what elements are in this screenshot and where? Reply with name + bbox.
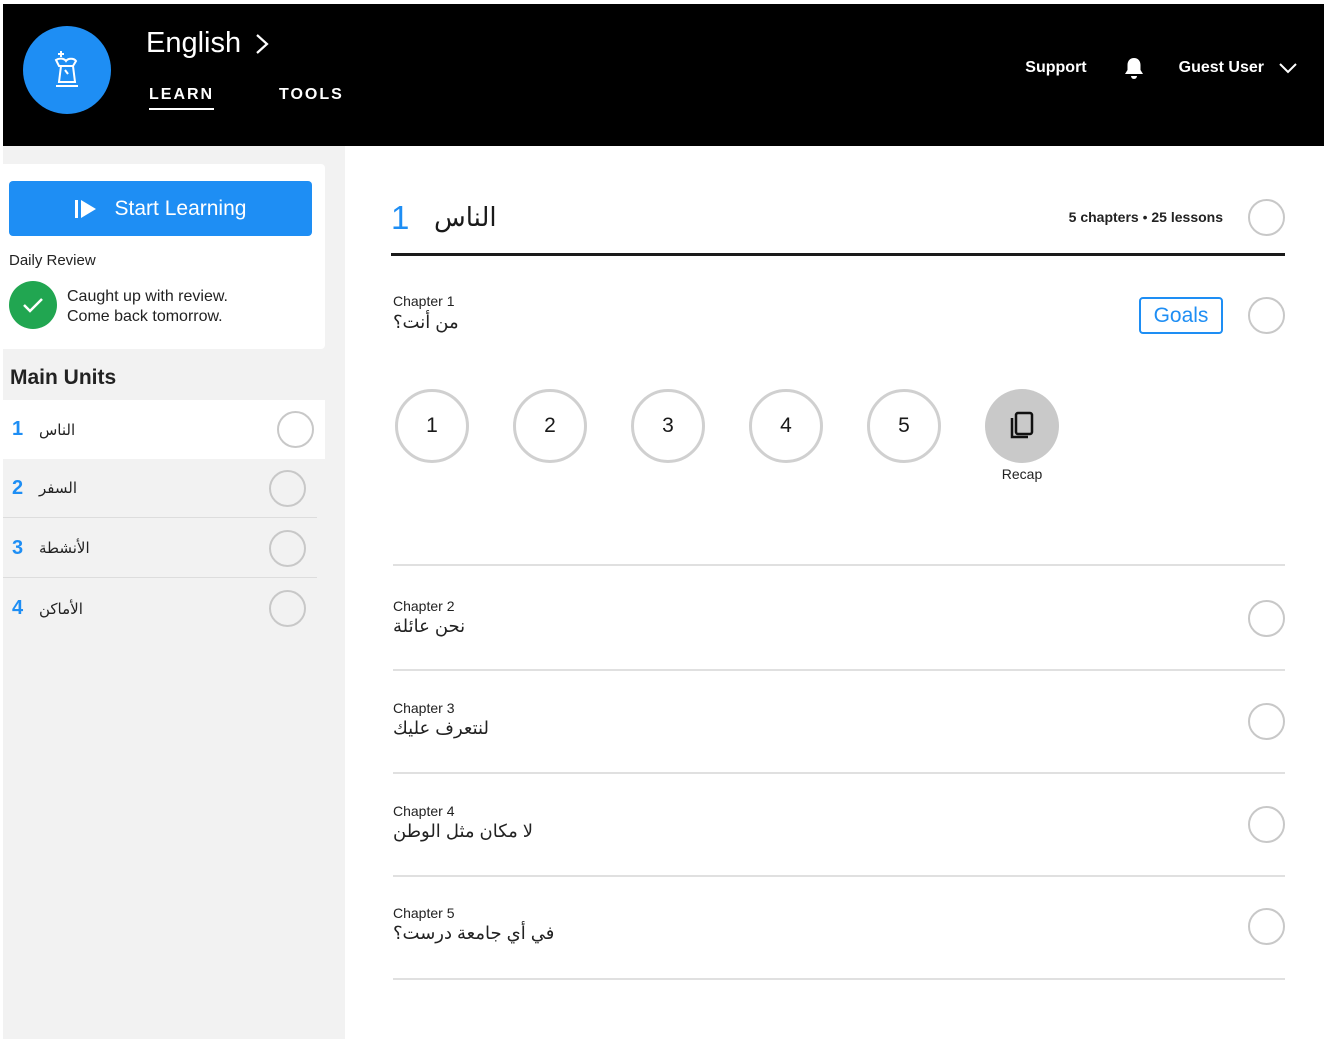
chapter-progress-ring [1248, 297, 1285, 334]
checkmark-icon [23, 298, 43, 313]
play-icon [74, 199, 96, 218]
meta-separator: • [1138, 209, 1152, 225]
chapter-4[interactable]: Chapter 4 لا مكان مثل الوطن [393, 801, 1285, 877]
unit-header: 1 الناس 5 chapters • 25 lessons [391, 195, 1285, 256]
recap-label: Recap [1001, 466, 1043, 482]
chapter-progress-ring [1248, 600, 1285, 637]
lesson-button-1[interactable]: 1 [395, 389, 469, 463]
chapter-label: Chapter 3 [393, 700, 455, 716]
unit-name: الأنشطة [39, 540, 90, 557]
lesson-count: 25 lessons [1151, 209, 1223, 225]
sidebar-unit-2[interactable]: 2 السفر [3, 459, 317, 518]
unit-number: 4 [12, 597, 24, 619]
review-status-line1: Caught up with review. [67, 288, 228, 305]
chapter-title: لنتعرف عليك [393, 718, 489, 738]
chapter-3[interactable]: Chapter 3 لنتعرف عليك [393, 698, 1285, 774]
chapter-label: Chapter 2 [393, 598, 455, 614]
user-menu[interactable]: Guest User [1179, 59, 1298, 77]
progress-ring [269, 590, 306, 627]
chapter-label: Chapter 1 [393, 293, 455, 309]
chevron-right-icon [256, 33, 269, 54]
unit-meta: 5 chapters • 25 lessons [1069, 209, 1223, 225]
sidebar-unit-4[interactable]: 4 الأماكن [3, 579, 317, 638]
tab-tools[interactable]: TOOLS [279, 86, 344, 104]
chapter-2[interactable]: Chapter 2 نحن عائلة [393, 596, 1285, 671]
unit-number: 3 [12, 536, 24, 559]
app-logo[interactable] [23, 26, 111, 114]
review-complete-badge [9, 281, 57, 329]
sidebar-unit-1[interactable]: 1 الناس [3, 400, 325, 459]
chapter-progress-ring [1248, 806, 1285, 843]
chapter-progress-ring [1248, 908, 1285, 945]
chapter-5[interactable]: Chapter 5 في أي جامعة درست؟ [393, 903, 1285, 980]
lesson-button-5[interactable]: 5 [867, 389, 941, 463]
unit-number: 1 [391, 199, 410, 236]
chapter-title: لا مكان مثل الوطن [393, 821, 534, 841]
chapter-title: في أي جامعة درست؟ [393, 923, 555, 943]
review-status-text: Caught up with review. Come back tomorro… [67, 287, 228, 327]
progress-ring [269, 469, 306, 507]
bell-icon[interactable] [1123, 56, 1145, 80]
chapter-label: Chapter 5 [393, 905, 455, 921]
sidebar: Start Learning Daily Review Caught up wi… [3, 146, 345, 1039]
unit-name: الناس [39, 421, 76, 439]
chapter-title: من أنت؟ [393, 312, 459, 332]
user-name: Guest User [1178, 59, 1264, 76]
lesson-list: 1 2 3 4 5 Recap [395, 389, 1059, 482]
chapter-title: نحن عائلة [393, 616, 466, 636]
unit-title: الناس [434, 202, 497, 232]
copy-cards-icon [1010, 411, 1034, 439]
review-card: Start Learning Daily Review Caught up wi… [3, 164, 325, 349]
unit-progress-ring [1248, 199, 1285, 236]
sidebar-unit-3[interactable]: 3 الأنشطة [3, 519, 317, 578]
recap-button[interactable] [985, 389, 1059, 463]
start-learning-button[interactable]: Start Learning [9, 181, 312, 236]
review-status-line2: Come back tomorrow. [67, 308, 223, 325]
lesson-button-2[interactable]: 2 [513, 389, 587, 463]
chapter-label: Chapter 4 [393, 803, 455, 819]
chapter-progress-ring [1248, 703, 1285, 740]
chapter-count: 5 chapters [1068, 209, 1139, 225]
progress-ring [269, 529, 306, 567]
unit-name: الأماكن [39, 600, 83, 618]
lesson-button-4[interactable]: 4 [749, 389, 823, 463]
top-header: English LEARN TOOLS Support Guest User [3, 4, 1324, 146]
start-learning-label: Start Learning [114, 196, 247, 220]
tab-learn[interactable]: LEARN [149, 86, 215, 110]
daily-review-title: Daily Review [9, 252, 96, 269]
progress-ring [277, 411, 314, 448]
unit-number: 1 [12, 418, 24, 440]
support-link[interactable]: Support [1025, 59, 1086, 77]
unit-name: السفر [39, 480, 77, 497]
goals-button[interactable]: Goals [1139, 297, 1223, 334]
chevron-down-icon [1279, 63, 1297, 74]
main-units-title: Main Units [10, 366, 117, 389]
unit-number: 2 [12, 476, 24, 499]
language-label: English [146, 27, 242, 59]
language-selector[interactable]: English [146, 27, 269, 60]
chess-king-icon [54, 51, 78, 87]
lesson-button-3[interactable]: 3 [631, 389, 705, 463]
recap-item: Recap [985, 389, 1059, 482]
